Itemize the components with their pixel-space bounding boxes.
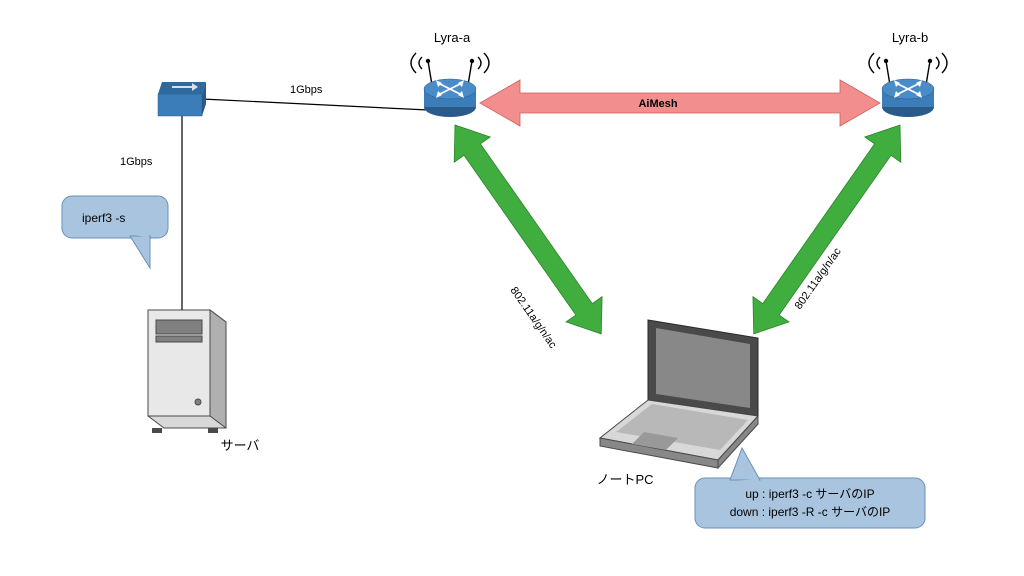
laptop-label: ノートPC bbox=[596, 472, 653, 487]
laptop-icon bbox=[600, 320, 758, 468]
callout-laptop-line2: down : iperf3 -R -c サーバのIP bbox=[730, 505, 891, 519]
arrow-aimesh: AiMesh bbox=[480, 80, 880, 126]
switch-icon bbox=[158, 82, 206, 116]
router-a-label: Lyra-a bbox=[434, 30, 471, 45]
wifi-a-label: 802.11a/g/n/ac bbox=[508, 285, 559, 351]
link-switch-router-a bbox=[202, 99, 428, 110]
router-b-label: Lyra-b bbox=[892, 30, 928, 45]
callout-server-text: iperf3 -s bbox=[82, 211, 125, 225]
arrow-wifi-a: 802.11a/g/n/ac bbox=[437, 112, 619, 351]
callout-laptop: up : iperf3 -c サーバのIP down : iperf3 -R -… bbox=[695, 448, 925, 528]
router-b bbox=[869, 53, 947, 117]
router-a bbox=[411, 53, 489, 117]
arrow-wifi-b: 802.11a/g/n/ac bbox=[736, 112, 918, 346]
callout-server: iperf3 -s bbox=[62, 196, 168, 268]
callout-laptop-line1: up : iperf3 -c サーバのIP bbox=[745, 487, 874, 501]
server-label: サーバ bbox=[221, 438, 260, 453]
link-label-1gbps-top: 1Gbps bbox=[290, 84, 323, 96]
server-icon bbox=[148, 310, 226, 433]
aimesh-label: AiMesh bbox=[638, 98, 677, 110]
link-label-1gbps-left: 1Gbps bbox=[120, 156, 153, 168]
